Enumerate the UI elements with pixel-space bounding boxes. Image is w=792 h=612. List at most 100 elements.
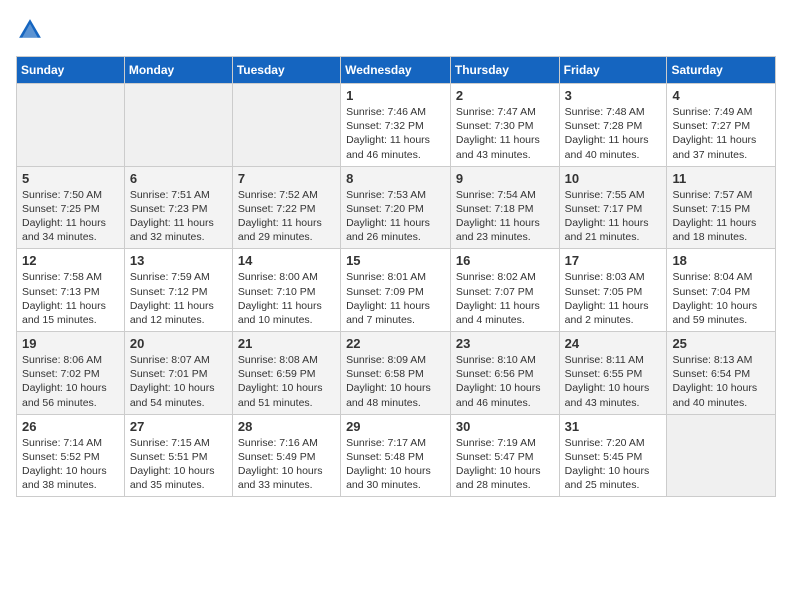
day-info: Sunrise: 7:46 AM Sunset: 7:32 PM Dayligh…	[346, 105, 445, 162]
day-info: Sunrise: 8:11 AM Sunset: 6:55 PM Dayligh…	[565, 353, 662, 410]
day-info: Sunrise: 7:48 AM Sunset: 7:28 PM Dayligh…	[565, 105, 662, 162]
day-number: 5	[22, 171, 119, 186]
day-info: Sunrise: 8:03 AM Sunset: 7:05 PM Dayligh…	[565, 270, 662, 327]
day-info: Sunrise: 7:54 AM Sunset: 7:18 PM Dayligh…	[456, 188, 554, 245]
logo-icon	[16, 16, 44, 44]
day-number: 24	[565, 336, 662, 351]
day-info: Sunrise: 7:47 AM Sunset: 7:30 PM Dayligh…	[456, 105, 554, 162]
day-number: 27	[130, 419, 227, 434]
calendar-cell: 24 Sunrise: 8:11 AM Sunset: 6:55 PM Dayli…	[559, 332, 667, 415]
calendar-cell: 11 Sunrise: 7:57 AM Sunset: 7:15 PM Dayli…	[667, 166, 776, 249]
calendar-week-4: 19 Sunrise: 8:06 AM Sunset: 7:02 PM Dayli…	[17, 332, 776, 415]
day-number: 16	[456, 253, 554, 268]
calendar-cell: 18Sunrise: 8:04 AM Sunset: 7:04 PM Dayli…	[667, 249, 776, 332]
calendar-cell: 25 Sunrise: 8:13 AM Sunset: 6:54 PM Dayli…	[667, 332, 776, 415]
calendar-cell: 12 Sunrise: 7:58 AM Sunset: 7:13 PM Dayli…	[17, 249, 125, 332]
day-info: Sunrise: 8:08 AM Sunset: 6:59 PM Dayligh…	[238, 353, 335, 410]
calendar-cell: 4 Sunrise: 7:49 AM Sunset: 7:27 PM Daylig…	[667, 84, 776, 167]
day-info: Sunrise: 8:01 AM Sunset: 7:09 PM Dayligh…	[346, 270, 445, 327]
day-info: Sunrise: 7:53 AM Sunset: 7:20 PM Dayligh…	[346, 188, 445, 245]
day-info: Sunrise: 7:59 AM Sunset: 7:12 PM Dayligh…	[130, 270, 227, 327]
day-number: 9	[456, 171, 554, 186]
calendar-cell	[667, 414, 776, 497]
day-number: 30	[456, 419, 554, 434]
day-number: 19	[22, 336, 119, 351]
day-info: Sunrise: 8:06 AM Sunset: 7:02 PM Dayligh…	[22, 353, 119, 410]
day-number: 2	[456, 88, 554, 103]
calendar-cell: 17 Sunrise: 8:03 AM Sunset: 7:05 PM Dayli…	[559, 249, 667, 332]
day-info: Sunrise: 7:19 AM Sunset: 5:47 PM Dayligh…	[456, 436, 554, 493]
weekday-header-sunday: Sunday	[17, 57, 125, 84]
day-number: 15	[346, 253, 445, 268]
calendar-cell: 20 Sunrise: 8:07 AM Sunset: 7:01 PM Dayli…	[124, 332, 232, 415]
day-info: Sunrise: 8:09 AM Sunset: 6:58 PM Dayligh…	[346, 353, 445, 410]
calendar-cell: 16 Sunrise: 8:02 AM Sunset: 7:07 PM Dayli…	[450, 249, 559, 332]
day-info: Sunrise: 7:14 AM Sunset: 5:52 PM Dayligh…	[22, 436, 119, 493]
day-info: Sunrise: 7:50 AM Sunset: 7:25 PM Dayligh…	[22, 188, 119, 245]
day-info: Sunrise: 7:55 AM Sunset: 7:17 PM Dayligh…	[565, 188, 662, 245]
weekday-header-thursday: Thursday	[450, 57, 559, 84]
day-number: 3	[565, 88, 662, 103]
day-number: 12	[22, 253, 119, 268]
calendar-cell	[124, 84, 232, 167]
day-number: 26	[22, 419, 119, 434]
page-header	[16, 16, 776, 44]
weekday-header-wednesday: Wednesday	[341, 57, 451, 84]
calendar-cell	[17, 84, 125, 167]
day-number: 23	[456, 336, 554, 351]
day-info: Sunrise: 7:52 AM Sunset: 7:22 PM Dayligh…	[238, 188, 335, 245]
calendar-week-5: 26 Sunrise: 7:14 AM Sunset: 5:52 PM Dayli…	[17, 414, 776, 497]
calendar-cell: 13Sunrise: 7:59 AM Sunset: 7:12 PM Dayli…	[124, 249, 232, 332]
day-number: 20	[130, 336, 227, 351]
day-number: 22	[346, 336, 445, 351]
day-number: 4	[672, 88, 770, 103]
day-number: 28	[238, 419, 335, 434]
calendar-cell: 8Sunrise: 7:53 AM Sunset: 7:20 PM Daylig…	[341, 166, 451, 249]
calendar-cell	[232, 84, 340, 167]
logo	[16, 16, 48, 44]
weekday-header-saturday: Saturday	[667, 57, 776, 84]
calendar-cell: 2 Sunrise: 7:47 AM Sunset: 7:30 PM Daylig…	[450, 84, 559, 167]
calendar-cell: 3 Sunrise: 7:48 AM Sunset: 7:28 PM Daylig…	[559, 84, 667, 167]
day-number: 6	[130, 171, 227, 186]
calendar-cell: 14 Sunrise: 8:00 AM Sunset: 7:10 PM Dayli…	[232, 249, 340, 332]
day-info: Sunrise: 7:58 AM Sunset: 7:13 PM Dayligh…	[22, 270, 119, 327]
calendar-cell: 7 Sunrise: 7:52 AM Sunset: 7:22 PM Daylig…	[232, 166, 340, 249]
day-info: Sunrise: 7:49 AM Sunset: 7:27 PM Dayligh…	[672, 105, 770, 162]
calendar-cell: 26 Sunrise: 7:14 AM Sunset: 5:52 PM Dayli…	[17, 414, 125, 497]
day-info: Sunrise: 7:16 AM Sunset: 5:49 PM Dayligh…	[238, 436, 335, 493]
day-number: 7	[238, 171, 335, 186]
weekday-header-tuesday: Tuesday	[232, 57, 340, 84]
day-info: Sunrise: 8:02 AM Sunset: 7:07 PM Dayligh…	[456, 270, 554, 327]
calendar-week-1: 1 Sunrise: 7:46 AM Sunset: 7:32 PM Daylig…	[17, 84, 776, 167]
day-info: Sunrise: 7:15 AM Sunset: 5:51 PM Dayligh…	[130, 436, 227, 493]
day-info: Sunrise: 8:07 AM Sunset: 7:01 PM Dayligh…	[130, 353, 227, 410]
calendar-cell: 22 Sunrise: 8:09 AM Sunset: 6:58 PM Dayli…	[341, 332, 451, 415]
weekday-header-monday: Monday	[124, 57, 232, 84]
calendar-cell: 19 Sunrise: 8:06 AM Sunset: 7:02 PM Dayli…	[17, 332, 125, 415]
day-info: Sunrise: 7:17 AM Sunset: 5:48 PM Dayligh…	[346, 436, 445, 493]
day-number: 25	[672, 336, 770, 351]
calendar-cell: 10Sunrise: 7:55 AM Sunset: 7:17 PM Dayli…	[559, 166, 667, 249]
day-number: 21	[238, 336, 335, 351]
day-number: 17	[565, 253, 662, 268]
calendar-cell: 9 Sunrise: 7:54 AM Sunset: 7:18 PM Daylig…	[450, 166, 559, 249]
day-number: 14	[238, 253, 335, 268]
day-info: Sunrise: 7:57 AM Sunset: 7:15 PM Dayligh…	[672, 188, 770, 245]
day-number: 1	[346, 88, 445, 103]
calendar-cell: 30 Sunrise: 7:19 AM Sunset: 5:47 PM Dayli…	[450, 414, 559, 497]
day-info: Sunrise: 7:20 AM Sunset: 5:45 PM Dayligh…	[565, 436, 662, 493]
calendar-cell: 31 Sunrise: 7:20 AM Sunset: 5:45 PM Dayli…	[559, 414, 667, 497]
calendar-week-3: 12 Sunrise: 7:58 AM Sunset: 7:13 PM Dayli…	[17, 249, 776, 332]
day-info: Sunrise: 8:13 AM Sunset: 6:54 PM Dayligh…	[672, 353, 770, 410]
day-number: 18	[672, 253, 770, 268]
calendar-table: SundayMondayTuesdayWednesdayThursdayFrid…	[16, 56, 776, 497]
day-info: Sunrise: 7:51 AM Sunset: 7:23 PM Dayligh…	[130, 188, 227, 245]
day-number: 29	[346, 419, 445, 434]
calendar-cell: 28 Sunrise: 7:16 AM Sunset: 5:49 PM Dayli…	[232, 414, 340, 497]
calendar-cell: 23Sunrise: 8:10 AM Sunset: 6:56 PM Dayli…	[450, 332, 559, 415]
day-number: 11	[672, 171, 770, 186]
calendar-week-2: 5 Sunrise: 7:50 AM Sunset: 7:25 PM Daylig…	[17, 166, 776, 249]
day-number: 31	[565, 419, 662, 434]
day-info: Sunrise: 8:00 AM Sunset: 7:10 PM Dayligh…	[238, 270, 335, 327]
